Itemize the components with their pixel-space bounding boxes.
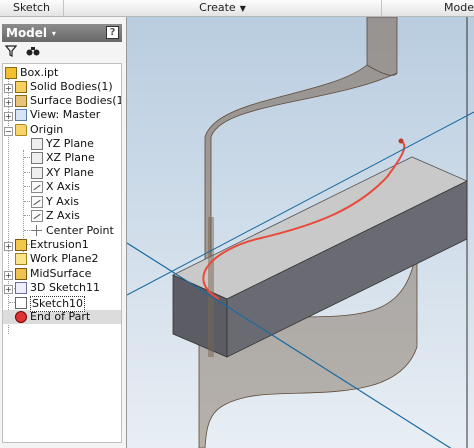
graphics-viewport[interactable] [127, 17, 474, 448]
solid-bodies-icon [15, 81, 27, 93]
tree-item-label: View: Master [30, 108, 101, 121]
tree-item-label: X Axis [46, 180, 80, 193]
ribbon-tab-modify[interactable]: Mode [382, 0, 474, 16]
tree-item-midsurface[interactable]: MidSurface [15, 267, 91, 281]
sketch-icon [15, 297, 27, 309]
tree-item-sketch10[interactable]: Sketch10 [15, 296, 86, 312]
expand-icon[interactable]: + [4, 98, 13, 107]
axis-icon [31, 210, 43, 222]
ribbon-tab-modify-label: Mode [444, 1, 474, 14]
view-icon [15, 109, 27, 121]
tree-item-center-point[interactable]: Center Point [31, 224, 114, 238]
ribbon-tab-strip: Sketch Create ▼ Mode [0, 0, 474, 17]
curve-endpoint [398, 138, 404, 144]
tree-item-work-plane2[interactable]: Work Plane2 [15, 252, 99, 266]
tree-item-label: YZ Plane [46, 137, 94, 150]
tree-item-label: Z Axis [46, 209, 80, 222]
tree-item-x-axis[interactable]: X Axis [31, 180, 80, 194]
model-browser: Model ▾ ? Box.ipt + Solid Bodies(1) + Su… [0, 17, 127, 448]
tree-item-extrusion1[interactable]: Extrusion1 [15, 238, 89, 252]
surface-bodies-icon [15, 95, 27, 107]
folder-icon [15, 124, 27, 136]
ribbon-tab-create[interactable]: Create ▼ [64, 0, 382, 16]
browser-title: Model [6, 26, 48, 40]
extrusion-icon [15, 239, 27, 251]
point-icon [31, 225, 43, 237]
tree-item-label: Box.ipt [20, 66, 59, 79]
tree-item-label: Origin [30, 123, 64, 136]
tree-item-yz-plane[interactable]: YZ Plane [31, 137, 94, 151]
tree-item-label: XY Plane [46, 166, 94, 179]
model-canvas[interactable] [127, 17, 474, 448]
midsurface-icon [15, 268, 27, 280]
tree-item-xz-plane[interactable]: XZ Plane [31, 151, 95, 165]
axis-icon [31, 181, 43, 193]
collapse-icon[interactable]: − [4, 127, 13, 136]
tree-item-surface-bodies[interactable]: Surface Bodies(1) [15, 94, 122, 108]
tree-item-label: Extrusion1 [30, 238, 89, 251]
tree-item-view-master[interactable]: View: Master [15, 108, 100, 122]
tree-item-label: Work Plane2 [30, 252, 99, 265]
tree-item-label: Solid Bodies(1) [30, 80, 113, 93]
tree-item-label: End of Part [30, 310, 91, 323]
tree-item-z-axis[interactable]: Z Axis [31, 209, 80, 223]
plane-icon [31, 138, 43, 150]
tree-item-y-axis[interactable]: Y Axis [31, 195, 79, 209]
tree-item-end-of-part[interactable]: End of Part [15, 310, 90, 324]
expand-icon[interactable]: + [4, 285, 13, 294]
expand-icon[interactable]: + [4, 112, 13, 121]
expand-icon[interactable]: + [4, 242, 13, 251]
expand-icon[interactable]: + [4, 271, 13, 280]
chevron-down-icon: ▼ [239, 4, 246, 13]
browser-header[interactable]: Model ▾ ? [2, 24, 122, 42]
tree-item-solid-bodies[interactable]: Solid Bodies(1) [15, 80, 113, 94]
ribbon-tab-sketch-label: Sketch [12, 1, 51, 14]
tree-item-label: MidSurface [30, 267, 92, 280]
plane-icon [31, 152, 43, 164]
sketch3d-icon [15, 282, 27, 294]
filter-icon[interactable] [4, 45, 18, 59]
plane-icon [31, 167, 43, 179]
tree-item-label: Surface Bodies(1) [30, 94, 122, 107]
work-plane-icon [15, 253, 27, 265]
tree-item-3d-sketch11[interactable]: 3D Sketch11 [15, 281, 100, 295]
tree-item-label: XZ Plane [46, 151, 95, 164]
axis-icon [31, 196, 43, 208]
tree-item-label: Y Axis [46, 195, 80, 208]
expand-icon[interactable]: + [4, 84, 13, 93]
ribbon-tab-sketch[interactable]: Sketch [0, 0, 64, 16]
find-icon[interactable] [26, 45, 40, 59]
help-button[interactable]: ? [106, 26, 119, 39]
end-of-part-icon [15, 311, 27, 323]
tree-item-origin[interactable]: Origin [15, 123, 63, 137]
ribbon-tab-create-label: Create [199, 1, 236, 14]
tree-item-part[interactable]: Box.ipt [5, 66, 58, 80]
model-tree: Box.ipt + Solid Bodies(1) + Surface Bodi… [2, 63, 122, 443]
tree-item-label: Center Point [46, 224, 114, 237]
part-icon [5, 67, 17, 79]
tree-item-xy-plane[interactable]: XY Plane [31, 166, 94, 180]
browser-toolbar [2, 43, 122, 61]
tree-item-label: 3D Sketch11 [30, 281, 101, 294]
chevron-down-icon: ▾ [49, 29, 56, 38]
